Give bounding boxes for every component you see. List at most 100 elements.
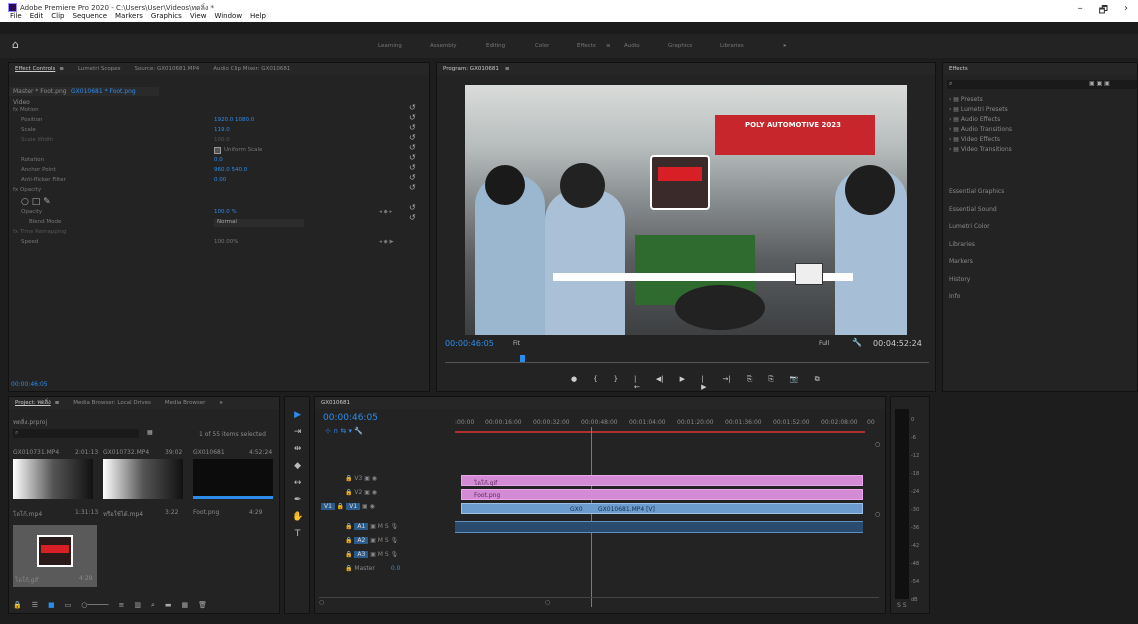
- timeline-tools-icons[interactable]: ⊹ ∩ ⇆ ▾ 🔧: [325, 427, 363, 435]
- ws-graphics[interactable]: Graphics: [668, 43, 692, 49]
- step-forward-button[interactable]: |▶: [701, 375, 706, 391]
- new-bin-icon[interactable]: ▦: [147, 429, 153, 436]
- effect-time-remapping[interactable]: fx Time Remapping: [13, 229, 66, 235]
- clip-gx010681-video[interactable]: GX0 GX010681.MP4 [V]: [461, 503, 863, 514]
- uniform-scale-checkbox[interactable]: [214, 147, 221, 154]
- freeform-view-icon[interactable]: ▭: [65, 601, 72, 610]
- effect-opacity[interactable]: fx Opacity: [13, 187, 41, 193]
- ws-effects-menu-icon[interactable]: ≡: [606, 43, 611, 49]
- panel-essential-sound[interactable]: Essential Sound: [949, 201, 1138, 219]
- effects-search-input[interactable]: ⌕ ▣ ▣ ▣: [947, 80, 1137, 89]
- track-a1-label[interactable]: A1: [354, 523, 369, 530]
- tab-lumetri-scopes[interactable]: Lumetri Scopes: [78, 66, 121, 72]
- selection-tool-icon[interactable]: ▶: [292, 407, 303, 424]
- ws-editing[interactable]: Editing: [486, 43, 505, 49]
- panel-lumetri-color[interactable]: Lumetri Color: [949, 218, 1138, 236]
- tab-effect-controls[interactable]: Effect Controls: [15, 66, 55, 72]
- project-search-input[interactable]: ⌕: [13, 429, 139, 438]
- menu-clip[interactable]: Clip: [51, 12, 64, 20]
- play-button[interactable]: ▶: [680, 375, 685, 391]
- ws-libraries[interactable]: Libraries: [720, 43, 744, 49]
- track-a2-label[interactable]: A2: [354, 537, 369, 544]
- effect-motion[interactable]: fx Motion: [13, 107, 39, 113]
- export-frame-button[interactable]: 📷: [790, 375, 799, 391]
- new-item-icon[interactable]: ▦: [181, 601, 188, 610]
- tab-project[interactable]: Project: ทดลิ่ง: [15, 399, 51, 407]
- go-to-out-button[interactable]: →|: [722, 375, 730, 391]
- program-menu-icon[interactable]: ≡: [505, 66, 510, 72]
- fit-select[interactable]: Fit: [513, 340, 520, 347]
- automate-icon[interactable]: ▥: [134, 601, 141, 610]
- slip-tool-icon[interactable]: ↔: [292, 475, 303, 492]
- effects-title[interactable]: Effects: [949, 66, 968, 72]
- value-opacity[interactable]: 100.0 %: [214, 209, 237, 215]
- effects-item-video-effects[interactable]: › ▤ Video Effects: [949, 135, 1012, 145]
- sort-icon[interactable]: ≡: [118, 601, 124, 610]
- panel-essential-graphics[interactable]: Essential Graphics: [949, 183, 1138, 201]
- mark-out-button[interactable]: }: [614, 375, 618, 391]
- thumb-gx010681[interactable]: [193, 459, 273, 499]
- panel-markers[interactable]: Markers: [949, 253, 1138, 271]
- vertical-scroll-handles[interactable]: ○ ○: [875, 441, 881, 591]
- comparison-view-button[interactable]: ⧉: [815, 375, 820, 391]
- zoom-slider[interactable]: ○─────: [81, 601, 108, 610]
- quality-select[interactable]: Full: [819, 340, 829, 347]
- home-icon[interactable]: ⌂: [12, 38, 19, 51]
- tab-audio-clip-mixer[interactable]: Audio Clip Mixer: GX010681: [213, 66, 290, 72]
- menu-sequence[interactable]: Sequence: [73, 12, 108, 20]
- find-icon[interactable]: ⌕: [151, 601, 155, 610]
- effects-item-audio-transitions[interactable]: › ▤ Audio Transitions: [949, 125, 1012, 135]
- effects-item-audio-effects[interactable]: › ▤ Audio Effects: [949, 115, 1012, 125]
- v1-source-patch[interactable]: V1: [321, 503, 335, 510]
- master-volume[interactable]: 0.0: [391, 565, 401, 572]
- tab-media-browser[interactable]: Media Browser: [165, 400, 206, 406]
- track-v1-label[interactable]: V1: [346, 503, 361, 510]
- ws-effects[interactable]: Effects: [577, 43, 596, 49]
- clip-gx010681-audio[interactable]: [455, 521, 863, 533]
- program-title[interactable]: Program: GX010681: [443, 66, 499, 72]
- value-anti-flicker[interactable]: 0.00: [214, 177, 226, 183]
- menu-file[interactable]: File: [10, 12, 22, 20]
- ripple-edit-tool-icon[interactable]: ⇹: [292, 441, 303, 458]
- master-clip-label[interactable]: Master * Foot.png: [13, 88, 67, 95]
- icon-view-icon[interactable]: ■: [48, 601, 55, 610]
- mark-in-button[interactable]: {: [593, 375, 597, 391]
- pen-tool-icon[interactable]: ✒: [292, 492, 303, 509]
- panel-history[interactable]: History: [949, 271, 1138, 289]
- add-marker-button[interactable]: ●: [571, 375, 577, 391]
- hand-tool-icon[interactable]: ✋: [292, 509, 303, 526]
- value-scale-width[interactable]: 100.0: [214, 137, 230, 143]
- menu-window[interactable]: Window: [214, 12, 242, 20]
- ws-audio[interactable]: Audio: [624, 43, 640, 49]
- minimize-button[interactable]: –: [1078, 3, 1083, 20]
- clip-logo-gif[interactable]: โลโก้.gif: [461, 475, 863, 487]
- restore-button[interactable]: 🗗: [1099, 3, 1108, 20]
- value-rotation[interactable]: 0.0: [214, 157, 223, 163]
- menu-view[interactable]: View: [190, 12, 207, 20]
- menu-markers[interactable]: Markers: [115, 12, 143, 20]
- work-area-bar[interactable]: [455, 431, 865, 433]
- trash-icon[interactable]: 🗑: [198, 601, 207, 610]
- new-bin-bottom-icon[interactable]: ▬: [165, 601, 172, 610]
- timeline-horizontal-scrollbar[interactable]: ○ ○: [319, 597, 879, 606]
- close-button[interactable]: ›: [1124, 3, 1128, 20]
- ws-assembly[interactable]: Assembly: [430, 43, 457, 49]
- filter-icons[interactable]: ▣ ▣ ▣: [1089, 80, 1110, 87]
- ws-more-icon[interactable]: »: [783, 43, 786, 49]
- program-scrubber[interactable]: [445, 355, 929, 363]
- lock-icon[interactable]: 🔒: [13, 601, 22, 610]
- track-select-tool-icon[interactable]: ⇥: [292, 424, 303, 441]
- value-position[interactable]: 1920.0 1080.0: [214, 117, 254, 123]
- value-anchor[interactable]: 960.0 540.0: [214, 167, 247, 173]
- speed-keyframe-icon[interactable]: ◂ ◆ ▶: [379, 239, 394, 245]
- thumb-gx010731[interactable]: [13, 459, 93, 499]
- go-to-in-button[interactable]: |←: [634, 375, 640, 391]
- clip-selector[interactable]: GX010681 * Foot.png: [71, 88, 136, 95]
- value-scale[interactable]: 119.0: [214, 127, 230, 133]
- razor-tool-icon[interactable]: ◆: [292, 458, 303, 475]
- ws-color[interactable]: Color: [535, 43, 549, 49]
- tab-source[interactable]: Source: GX010681.MP4: [134, 66, 199, 72]
- menu-help[interactable]: Help: [250, 12, 266, 20]
- thumb-gx010732[interactable]: [103, 459, 183, 499]
- timeline-ruler[interactable]: :00:00 00:00:16:00 00:00:32:00 00:00:48:…: [455, 419, 875, 433]
